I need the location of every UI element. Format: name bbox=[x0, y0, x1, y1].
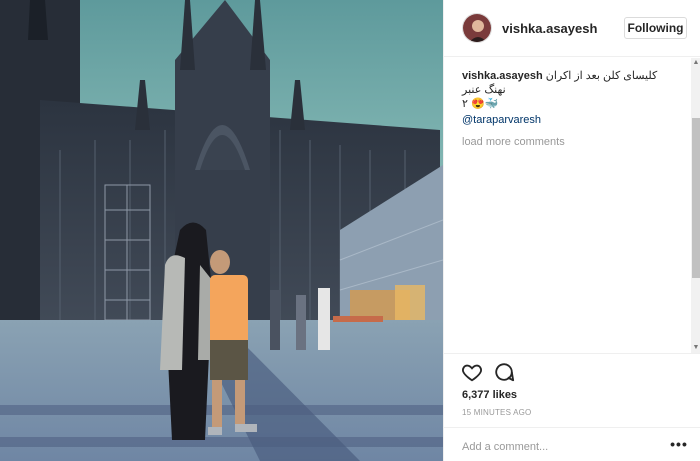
scroll-up-arrow-icon[interactable]: ▲ bbox=[691, 58, 700, 68]
caption-username[interactable]: vishka.asayesh bbox=[462, 70, 543, 82]
comments-scrollbar[interactable]: ▲ ▼ bbox=[691, 58, 700, 353]
post-actions: 6,377 likes 15 MINUTES AGO ••• bbox=[444, 353, 700, 461]
post-photo[interactable] bbox=[0, 0, 443, 461]
cathedral-photo-image bbox=[0, 0, 443, 461]
comment-icon[interactable] bbox=[493, 361, 515, 383]
post-timestamp: 15 MINUTES AGO bbox=[462, 408, 532, 417]
mention-link[interactable]: @taraparvaresh bbox=[462, 113, 677, 127]
scrollbar-thumb[interactable] bbox=[692, 118, 700, 278]
post-sidebar: vishka.asayesh Following vishka.asayesh … bbox=[443, 0, 700, 461]
likes-count[interactable]: 6,377 likes bbox=[462, 389, 517, 401]
caption-emoji-line: ۲ 😍🐳 bbox=[462, 98, 499, 110]
header-username[interactable]: vishka.asayesh bbox=[502, 21, 597, 36]
scroll-down-arrow-icon[interactable]: ▼ bbox=[691, 343, 700, 353]
more-options-icon[interactable]: ••• bbox=[670, 437, 688, 451]
avatar[interactable] bbox=[462, 13, 492, 43]
caption: vishka.asayesh کلیسای کلن بعد از اکران ن… bbox=[462, 69, 677, 111]
add-comment-input[interactable] bbox=[462, 439, 652, 455]
add-comment-bar: ••• bbox=[444, 427, 700, 461]
instagram-post: vishka.asayesh Following vishka.asayesh … bbox=[0, 0, 700, 461]
following-button[interactable]: Following bbox=[624, 17, 687, 39]
heart-icon[interactable] bbox=[461, 361, 483, 383]
load-more-comments-link[interactable]: load more comments bbox=[462, 135, 677, 149]
comments-section: vishka.asayesh کلیسای کلن بعد از اکران ن… bbox=[462, 69, 677, 149]
post-header: vishka.asayesh Following bbox=[444, 0, 700, 57]
